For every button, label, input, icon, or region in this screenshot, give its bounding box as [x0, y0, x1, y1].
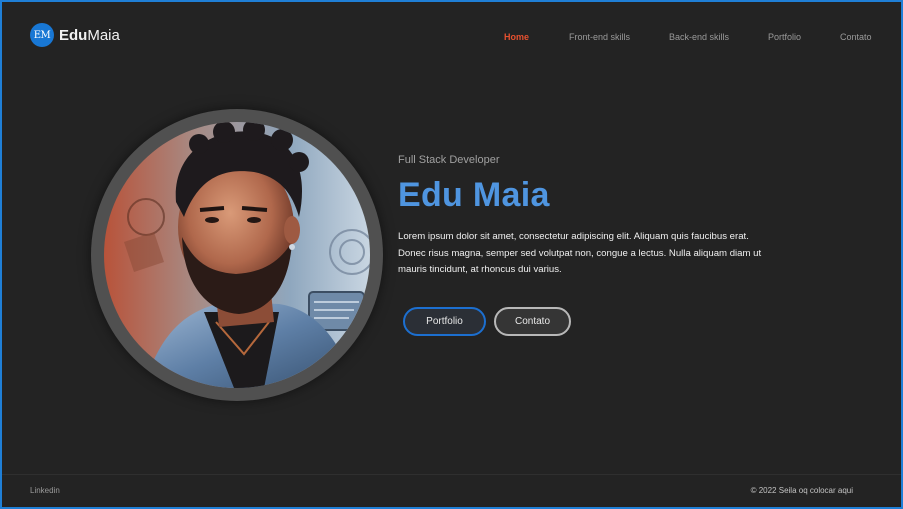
profile-photo-frame — [91, 109, 383, 401]
hero-content: Full Stack Developer Edu Maia Lorem ipsu… — [398, 154, 778, 279]
contato-button[interactable]: Contato — [494, 307, 571, 336]
page: EM EduMaia Home Front-end skills Back-en… — [2, 2, 901, 507]
hero-subtitle: Full Stack Developer — [398, 154, 500, 166]
footer-copyright: © 2022 Seila oq colocar aqui — [750, 486, 853, 495]
linkedin-link[interactable]: Linkedin — [30, 486, 60, 495]
nav-home[interactable]: Home — [504, 32, 529, 42]
hero-description: Lorem ipsum dolor sit amet, consectetur … — [398, 231, 762, 275]
footer-divider — [2, 474, 901, 475]
nav-front-end-skills[interactable]: Front-end skills — [569, 32, 630, 42]
portfolio-button[interactable]: Portfolio — [403, 307, 486, 336]
nav-back-end-skills[interactable]: Back-end skills — [669, 32, 729, 42]
hero-title: Edu Maia — [398, 176, 550, 214]
nav-contato[interactable]: Contato — [840, 32, 872, 42]
profile-portrait-image — [104, 122, 370, 388]
nav-portfolio[interactable]: Portfolio — [768, 32, 801, 42]
profile-photo — [104, 122, 370, 388]
main-nav: Home Front-end skills Back-end skills Po… — [2, 32, 901, 46]
